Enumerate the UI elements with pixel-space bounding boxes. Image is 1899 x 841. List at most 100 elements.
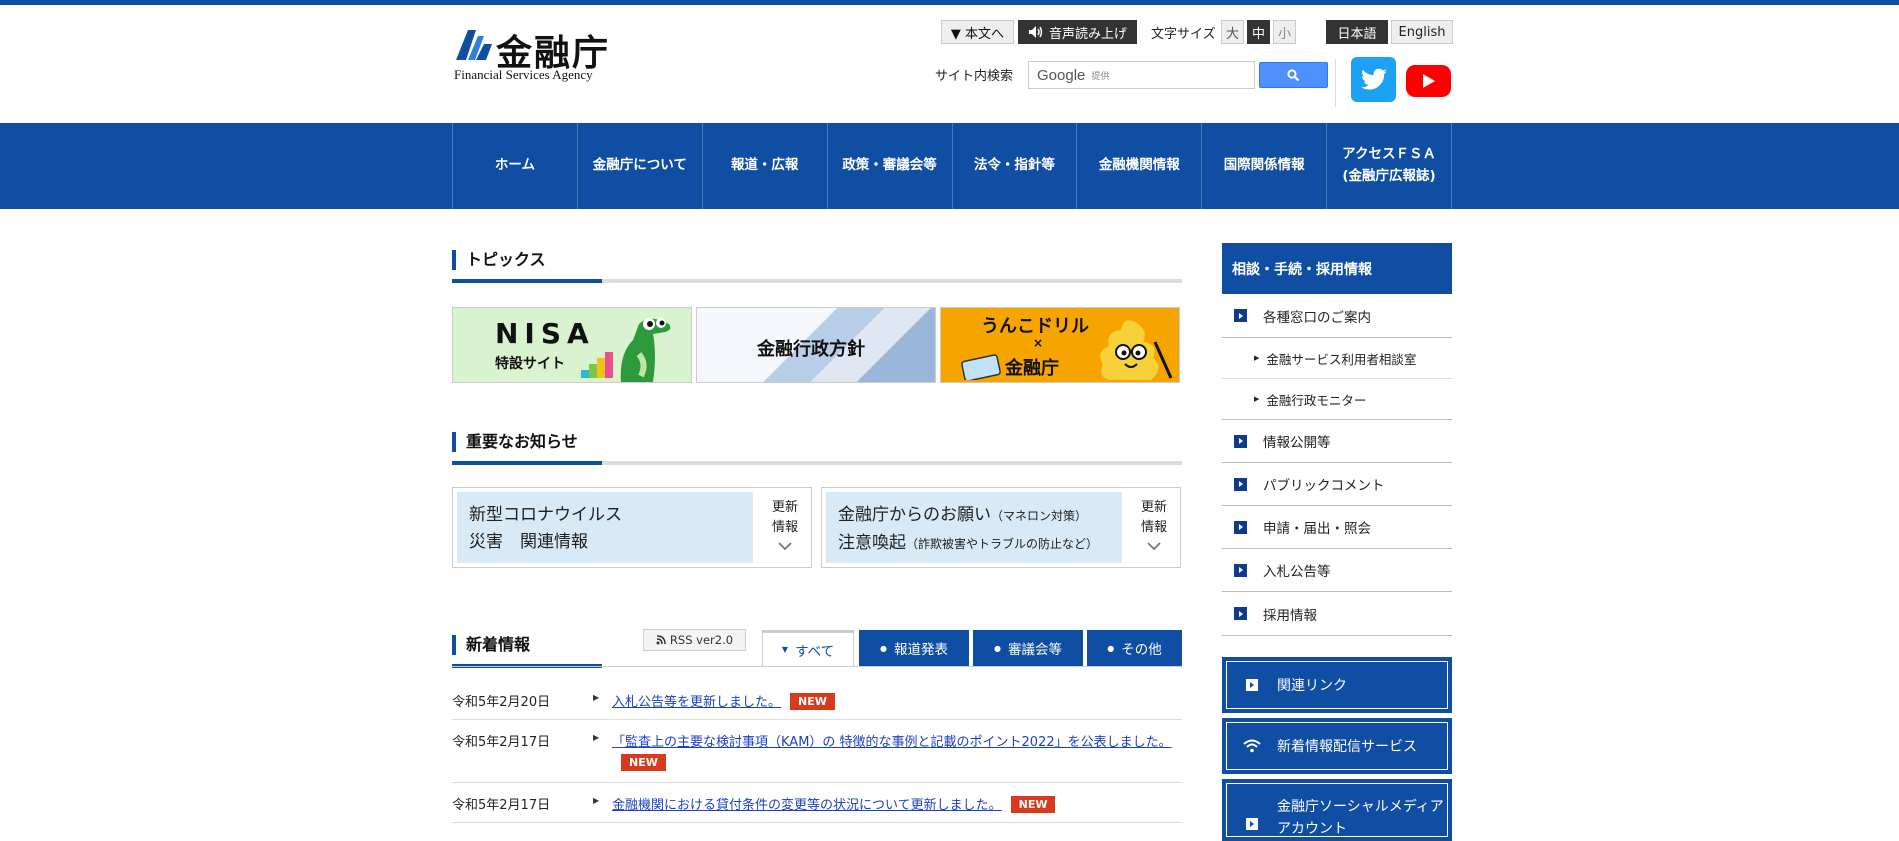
notice-covid-body: 新型コロナウイルス 災害 関連情報 bbox=[457, 492, 753, 563]
topics-underline bbox=[452, 279, 1182, 283]
tab-other[interactable]: ● その他 bbox=[1087, 630, 1182, 666]
notice-fsa-request[interactable]: 金融庁からのお願い（マネロン対策） 注意喚起（詐欺被害やトラブルの防止など） 更… bbox=[821, 487, 1181, 568]
new-badge: NEW bbox=[790, 693, 835, 710]
sidebar-item-recruitment[interactable]: 採用情報 bbox=[1222, 592, 1452, 636]
voice-readout-button[interactable]: 音声読み上げ bbox=[1018, 20, 1137, 44]
nav-policy[interactable]: 政策・審議会等 bbox=[828, 123, 953, 209]
banner-nisa[interactable]: NISA 特設サイト bbox=[452, 307, 692, 383]
nav-home[interactable]: ホーム bbox=[453, 123, 578, 209]
news-date: 令和5年2月17日 bbox=[452, 798, 551, 813]
nav-about[interactable]: 金融庁について bbox=[578, 123, 703, 209]
tab-press-release[interactable]: ● 報道発表 bbox=[859, 630, 969, 666]
nav-press[interactable]: 報道・広報 bbox=[703, 123, 828, 209]
lang-japanese-button[interactable]: 日本語 bbox=[1326, 20, 1388, 44]
voice-readout-label: 音声読み上げ bbox=[1048, 26, 1127, 42]
news-date: 令和5年2月20日 bbox=[452, 695, 551, 710]
notice-fsa-update-label: 更新 情報 bbox=[1140, 500, 1167, 535]
sidebar-subitem-consultation[interactable]: ▶ 金融サービス利用者相談室 bbox=[1222, 338, 1452, 379]
news-item: 令和5年2月17日 ▶ 「監査上の主要な検討事項（KAM）の 特徴的な事例と記載… bbox=[452, 720, 1182, 783]
tab-council[interactable]: ● 審議会等 bbox=[973, 630, 1083, 666]
sidebar-subitem-monitor[interactable]: ▶ 金融行政モニター bbox=[1222, 379, 1452, 420]
arrow-square-icon bbox=[1234, 607, 1247, 620]
notice-covid-update-toggle[interactable]: 更新 情報 bbox=[765, 498, 805, 558]
news-arrow-icon: ▶ bbox=[593, 796, 600, 805]
chevron-down-icon bbox=[1147, 542, 1161, 551]
youtube-link[interactable] bbox=[1406, 65, 1451, 97]
search-google-watermark: Google bbox=[1037, 66, 1086, 84]
arrow-square-icon bbox=[1243, 818, 1261, 830]
arrow-right-icon: ▶ bbox=[1254, 395, 1260, 403]
font-size-large-button[interactable]: 大 bbox=[1221, 20, 1244, 44]
tab-all[interactable]: ▼ すべて bbox=[762, 630, 854, 666]
fsa-logo-icon bbox=[456, 30, 492, 60]
twitter-icon bbox=[1360, 68, 1387, 90]
site-search-label: サイト内検索 bbox=[935, 69, 1014, 84]
sidebar-social-media[interactable]: 金融庁ソーシャルメディアアカウント bbox=[1222, 779, 1452, 841]
news-link[interactable]: 入札公告等を更新しました。 NEW bbox=[612, 691, 835, 710]
notice-covid-line1: 新型コロナウイルス bbox=[469, 505, 622, 525]
font-size-small-button[interactable]: 小 bbox=[1273, 20, 1296, 44]
banner-nisa-subtitle: 特設サイト bbox=[495, 356, 565, 372]
sidebar-header: 相談・手続・採用情報 bbox=[1222, 243, 1452, 294]
rss-link[interactable]: RSS ver2.0 bbox=[643, 629, 746, 651]
search-button[interactable] bbox=[1259, 62, 1328, 88]
arrow-square-icon bbox=[1234, 434, 1247, 448]
nav-institutions[interactable]: 金融機関情報 bbox=[1077, 123, 1203, 209]
nav-international[interactable]: 国際関係情報 bbox=[1202, 123, 1328, 209]
search-input[interactable]: Google 提供 bbox=[1028, 61, 1255, 89]
twitter-link[interactable] bbox=[1351, 57, 1396, 102]
news-link[interactable]: 「監査上の主要な検討事項（KAM）の 特徴的な事例と記載のポイント2022」を公… bbox=[612, 731, 1172, 750]
tab-bullet-icon: ● bbox=[994, 643, 1001, 653]
site-header: 金融庁 Financial Services Agency ▼ 本文へ 音声読み… bbox=[452, 5, 1453, 123]
tab-bullet-icon: ● bbox=[880, 643, 887, 653]
sidebar-news-delivery[interactable]: 新着情報配信サービス bbox=[1222, 718, 1452, 774]
sidebar-item-contact[interactable]: 各種窓口のご案内 bbox=[1222, 294, 1452, 338]
banner-fsa-policy[interactable]: 金融行政方針 bbox=[696, 307, 936, 383]
notice-fsa-body: 金融庁からのお願い（マネロン対策） 注意喚起（詐欺被害やトラブルの防止など） bbox=[826, 492, 1122, 563]
logo-english: Financial Services Agency bbox=[454, 67, 593, 82]
notice-fsa-line2: 注意喚起（詐欺被害やトラブルの防止など） bbox=[838, 533, 1099, 553]
fsa-logo[interactable]: 金融庁 Financial Services Agency bbox=[452, 24, 622, 86]
lang-english-button[interactable]: English bbox=[1391, 20, 1453, 44]
banner-unko-cross: × bbox=[1033, 336, 1044, 350]
notice-fsa-line1: 金融庁からのお願い（マネロン対策） bbox=[838, 505, 1088, 525]
banner-unko-drill[interactable]: うんこドリル × 金融庁 bbox=[940, 307, 1180, 383]
global-nav: ホーム 金融庁について 報道・広報 政策・審議会等 法令・指針等 金融機関情報 … bbox=[0, 123, 1899, 209]
arrow-square-icon bbox=[1234, 520, 1247, 534]
news-link[interactable]: 金融機関における貸付条件の変更等の状況について更新しました。 NEW bbox=[612, 794, 1056, 813]
news-item: 令和5年2月17日 ▶ 金融機関における貸付条件の変更等の状況について更新しまし… bbox=[452, 783, 1182, 823]
font-size-label: 文字サイズ bbox=[1151, 26, 1216, 42]
banner-nisa-title: NISA bbox=[495, 317, 595, 350]
nav-laws[interactable]: 法令・指針等 bbox=[953, 123, 1078, 209]
rss-label: RSS ver2.0 bbox=[669, 633, 734, 647]
banner-fsa-policy-title: 金融行政方針 bbox=[757, 339, 865, 360]
nav-access-fsa[interactable]: アクセスＦＳＡ (金融庁広報誌) bbox=[1327, 123, 1452, 209]
youtube-play-icon bbox=[1422, 74, 1435, 88]
news-arrow-icon: ▶ bbox=[593, 733, 600, 742]
skip-to-main-button[interactable]: ▼ 本文へ bbox=[941, 20, 1014, 44]
crocodile-mascot-icon bbox=[581, 318, 671, 382]
arrow-square-icon bbox=[1243, 679, 1261, 691]
sidebar-item-disclosure[interactable]: 情報公開等 bbox=[1222, 420, 1452, 463]
notice-fsa-update-toggle[interactable]: 更新 情報 bbox=[1134, 498, 1174, 558]
sidebar-item-public-comment[interactable]: パブリックコメント bbox=[1222, 463, 1452, 506]
arrow-right-icon: ▶ bbox=[1254, 354, 1260, 362]
arrow-square-icon bbox=[1234, 477, 1247, 491]
banner-unko-title: うんこドリル bbox=[981, 316, 1089, 337]
notices-title: 重要なお知らせ bbox=[452, 432, 578, 452]
sidebar-related-links[interactable]: 関連リンク bbox=[1222, 657, 1452, 713]
banner-unko-fsa: 金融庁 bbox=[1005, 358, 1059, 379]
notice-covid-line2: 災害 関連情報 bbox=[469, 532, 588, 552]
chevron-down-icon bbox=[778, 542, 792, 551]
header-divider bbox=[1335, 59, 1336, 107]
tab-bullet-icon: ● bbox=[1107, 643, 1115, 653]
unko-mascot-icon bbox=[1100, 320, 1173, 380]
news-item: 令和5年2月20日 ▶ 入札公告等を更新しました。 NEW bbox=[452, 680, 1182, 720]
font-size-medium-button[interactable]: 中 bbox=[1247, 20, 1270, 44]
wifi-icon bbox=[1243, 739, 1261, 753]
news-title: 新着情報 bbox=[452, 635, 530, 655]
rss-icon bbox=[656, 635, 666, 645]
notice-covid-disaster[interactable]: 新型コロナウイルス 災害 関連情報 更新 情報 bbox=[452, 487, 812, 568]
sidebar-item-application[interactable]: 申請・届出・照会 bbox=[1222, 506, 1452, 549]
sidebar-item-tender[interactable]: 入札公告等 bbox=[1222, 549, 1452, 592]
